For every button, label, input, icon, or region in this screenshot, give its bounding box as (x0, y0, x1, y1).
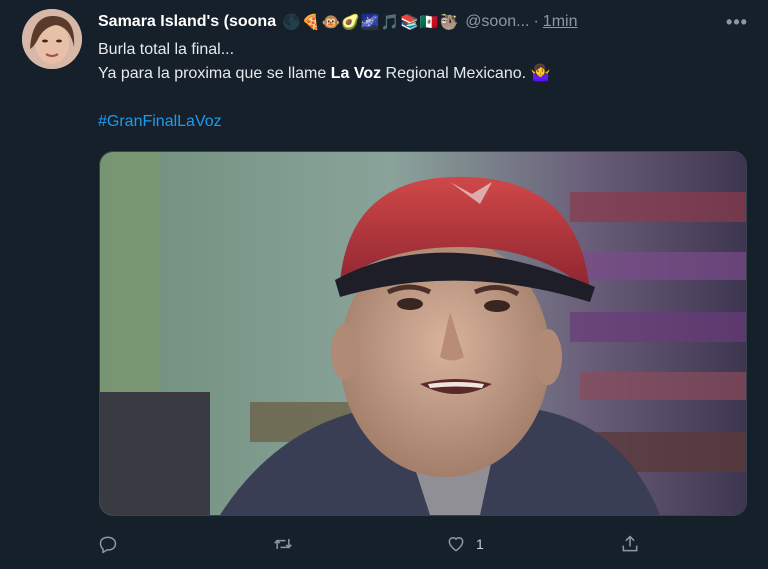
author-name-emojis: 🌑🍕🐵🥑🌌🎵📚🇲🇽🦥 (282, 14, 460, 31)
tweet-timestamp[interactable]: 1min (543, 13, 578, 31)
retweet-icon (274, 539, 292, 549)
author-avatar[interactable] (22, 9, 82, 69)
reply-button[interactable] (98, 528, 128, 560)
like-icon (448, 537, 464, 552)
author-handle[interactable]: @soon... (465, 13, 529, 31)
share-button[interactable] (620, 528, 650, 560)
separator-dot: · (533, 13, 539, 30)
tweet-media-image[interactable] (99, 151, 747, 516)
tweet-text: Burla total la final... Ya para la proxi… (98, 38, 748, 86)
tweet-line-2-prefix: Ya para la proxima que se llame (98, 65, 331, 82)
tweet-header: Samara Island's (soona 🌑🍕🐵🥑🌌🎵📚🇲🇽🦥 @soon.… (98, 10, 758, 34)
like-count: 1 (476, 536, 484, 552)
tweet-line-2-bold: La Voz (330, 65, 382, 82)
author-name[interactable]: Samara Island's (soona (98, 13, 276, 31)
tweet-line-2-suffix: Regional Mexicano. 🤷‍♀️ (381, 65, 551, 82)
like-button[interactable]: 1 (446, 528, 484, 560)
reply-icon (99, 536, 117, 554)
tweet-line-1: Burla total la final... (98, 41, 235, 58)
tweet-line-2: Ya para la proxima que se llame La Voz R… (98, 62, 748, 86)
share-icon (622, 535, 638, 552)
tweet-action-bar: 1 (98, 528, 658, 560)
more-options-icon[interactable]: ••• (722, 10, 752, 34)
retweet-button[interactable] (273, 528, 303, 560)
hashtag-link[interactable]: #GranFinalLaVoz (98, 110, 222, 134)
